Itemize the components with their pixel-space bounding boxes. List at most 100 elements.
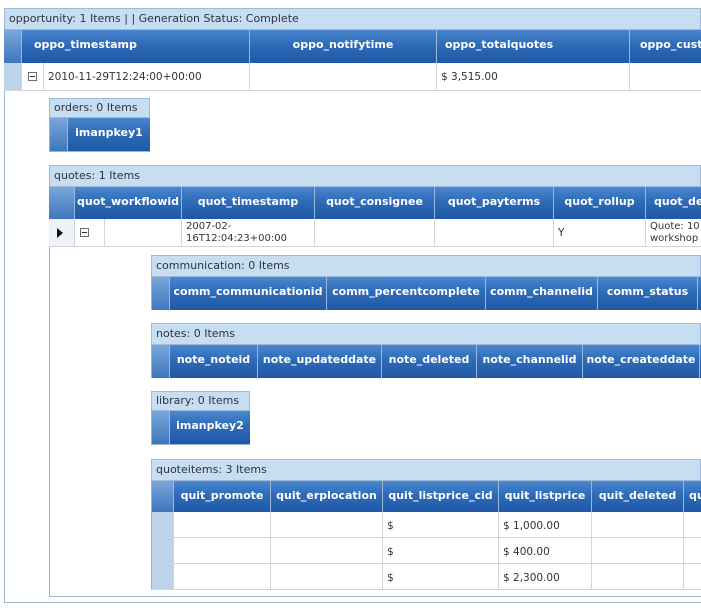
- notes-header-row: note_noteid note_updateddate note_delete…: [151, 345, 701, 378]
- column-header-label: quit_erplocation: [276, 489, 377, 502]
- cell-quot-description: Quote: 10 d workshop: [646, 219, 701, 246]
- cell-quit-promote: [174, 564, 271, 589]
- cell-text: 2010-11-29T12:24:00+00:00: [48, 71, 202, 83]
- cell-text: $ 2,300.00: [503, 572, 560, 584]
- expand-cell: [22, 63, 44, 90]
- column-header-oppo-custo[interactable]: oppo_custo: [630, 30, 701, 63]
- opportunity-caption-text: opportunity: 1 Items | | Generation Stat…: [9, 12, 299, 25]
- column-header-label: qu: [689, 489, 701, 502]
- orders-caption-text: orders: 0 Items: [54, 101, 138, 114]
- column-header-label: oppo_custo: [640, 38, 701, 51]
- column-header-quot-workflowid[interactable]: quot_workflowid: [75, 187, 182, 219]
- column-header-oppo-notifytime[interactable]: oppo_notifytime: [250, 30, 437, 63]
- cell-oppo-custo: [630, 63, 701, 90]
- orders-header-row: imanpkey1: [49, 118, 150, 152]
- cell-oppo-notifytime: [250, 63, 437, 90]
- column-header-label: quot_consignee: [326, 195, 423, 208]
- cell-oppo-timestamp: 2010-11-29T12:24:00+00:00: [44, 63, 250, 90]
- opportunity-header-expander-col: [4, 30, 22, 63]
- row-selector-cell[interactable]: [152, 538, 174, 563]
- quoteitems-row[interactable]: $ $ 1,000.00: [151, 512, 701, 538]
- quotes-detail-frame-bottom: [49, 596, 701, 597]
- column-header-note-channelid[interactable]: note_channelid: [477, 345, 583, 378]
- communication-header-expander-col: [152, 277, 170, 310]
- library-caption-text: library: 0 Items: [156, 394, 240, 407]
- column-header-label: comm_status: [606, 285, 689, 298]
- cell-quit-listprice-cid: $: [383, 512, 499, 537]
- cell-oppo-totalquotes: $ 3,515.00: [437, 63, 630, 90]
- quotes-detail-frame-left: [49, 247, 50, 597]
- column-header-label: quot_payterms: [447, 195, 541, 208]
- cell-quit-listprice-cid: $: [383, 538, 499, 563]
- column-header-imanpkey2[interactable]: imanpkey2: [170, 411, 250, 444]
- opportunity-data-row[interactable]: 2010-11-29T12:24:00+00:00 $ 3,515.00: [4, 63, 701, 91]
- cell-text: $ 400.00: [503, 546, 550, 558]
- detail-frame-bottom: [4, 602, 701, 603]
- cell-quit-overflow: [684, 564, 701, 589]
- quoteitems-row[interactable]: $ $ 400.00: [151, 538, 701, 564]
- column-header-quot-rollup[interactable]: quot_rollup: [554, 187, 646, 219]
- column-header-note-deleted[interactable]: note_deleted: [382, 345, 477, 378]
- column-header-quit-listprice[interactable]: quit_listprice: [499, 481, 592, 512]
- communication-caption-text: communication: 0 Items: [156, 259, 290, 272]
- column-header-oppo-totalquotes[interactable]: oppo_totalquotes: [437, 30, 630, 63]
- column-header-note-noteid[interactable]: note_noteid: [170, 345, 258, 378]
- column-header-quot-consignee[interactable]: quot_consignee: [315, 187, 435, 219]
- row-selector-cell[interactable]: [49, 219, 75, 246]
- column-header-note-updateddate[interactable]: note_updateddate: [258, 345, 382, 378]
- cell-text: $ 3,515.00: [441, 71, 498, 83]
- column-header-quit-promote[interactable]: quit_promote: [174, 481, 271, 512]
- cell-text: $ 1,000.00: [503, 520, 560, 532]
- row-selector-cell[interactable]: [4, 63, 22, 90]
- column-header-label: note_updateddate: [262, 353, 377, 366]
- cell-quot-payterms: [435, 219, 554, 246]
- quoteitems-row[interactable]: $ $ 2,300.00: [151, 564, 701, 590]
- column-header-label: imanpkey1: [75, 126, 143, 139]
- column-header-label: comm_communicationid: [173, 285, 323, 298]
- quoteitems-caption-text: quoteitems: 3 Items: [156, 463, 267, 476]
- column-header-comm-channelid[interactable]: comm_channelid: [486, 277, 598, 310]
- row-selector-cell[interactable]: [152, 512, 174, 537]
- quotes-caption-text: quotes: 1 Items: [54, 169, 140, 182]
- quotes-data-row[interactable]: 2007-02- 16T12:04:23+00:00 Y Quote: 10 d…: [49, 219, 701, 247]
- cell-quot-consignee: [315, 219, 435, 246]
- column-header-quit-erplocation[interactable]: quit_erplocation: [271, 481, 383, 512]
- collapse-toggle-icon[interactable]: [28, 72, 37, 81]
- cell-quit-overflow: [684, 538, 701, 563]
- cell-quit-listprice: $ 400.00: [499, 538, 592, 563]
- library-caption: library: 0 Items: [151, 391, 250, 411]
- column-header-oppo-timestamp[interactable]: oppo_timestamp: [22, 30, 250, 63]
- column-header-label: note_noteid: [176, 353, 251, 366]
- orders-caption: orders: 0 Items: [49, 98, 150, 118]
- quoteitems-caption: quoteitems: 3 Items: [151, 459, 701, 481]
- communication-header-row: comm_communicationid comm_percentcomplet…: [151, 277, 701, 310]
- cell-text-line1: Quote: 10 d: [650, 221, 701, 232]
- orders-header-expander-col: [50, 118, 68, 151]
- column-header-label: note_deleted: [388, 353, 470, 366]
- column-header-quit-deleted[interactable]: quit_deleted: [592, 481, 684, 512]
- column-header-comm-percentcomplete[interactable]: comm_percentcomplete: [327, 277, 486, 310]
- column-header-quit-listprice-cid[interactable]: quit_listprice_cid: [383, 481, 499, 512]
- column-header-quit-overflow[interactable]: qu: [684, 481, 701, 512]
- column-header-quot-timestamp[interactable]: quot_timestamp: [182, 187, 315, 219]
- cell-text-line2: 16T12:04:23+00:00: [186, 233, 287, 244]
- quoteitems-header-expander-col: [152, 481, 174, 512]
- column-header-quot-payterms[interactable]: quot_payterms: [435, 187, 554, 219]
- notes-caption-text: notes: 0 Items: [156, 327, 235, 340]
- column-header-quot-de[interactable]: quot_de: [646, 187, 701, 219]
- column-header-imanpkey1[interactable]: imanpkey1: [68, 118, 150, 151]
- collapse-toggle-icon[interactable]: [80, 228, 89, 237]
- column-header-note-createddate[interactable]: note_createddate: [583, 345, 700, 378]
- cell-quit-deleted: [592, 538, 684, 563]
- quotes-header-row: quot_workflowid quot_timestamp quot_cons…: [49, 187, 701, 219]
- column-header-comm-status[interactable]: comm_status: [598, 277, 698, 310]
- row-selector-cell[interactable]: [152, 564, 174, 589]
- cell-text: $: [387, 572, 394, 584]
- quotes-header-expander-col: [49, 187, 75, 219]
- column-header-label: quot_rollup: [564, 195, 635, 208]
- cell-quot-timestamp: 2007-02- 16T12:04:23+00:00: [182, 219, 315, 246]
- cell-quit-listprice-cid: $: [383, 564, 499, 589]
- column-header-label: comm_channelid: [490, 285, 593, 298]
- cell-quit-erplocation: [271, 564, 383, 589]
- column-header-comm-communicationid[interactable]: comm_communicationid: [170, 277, 327, 310]
